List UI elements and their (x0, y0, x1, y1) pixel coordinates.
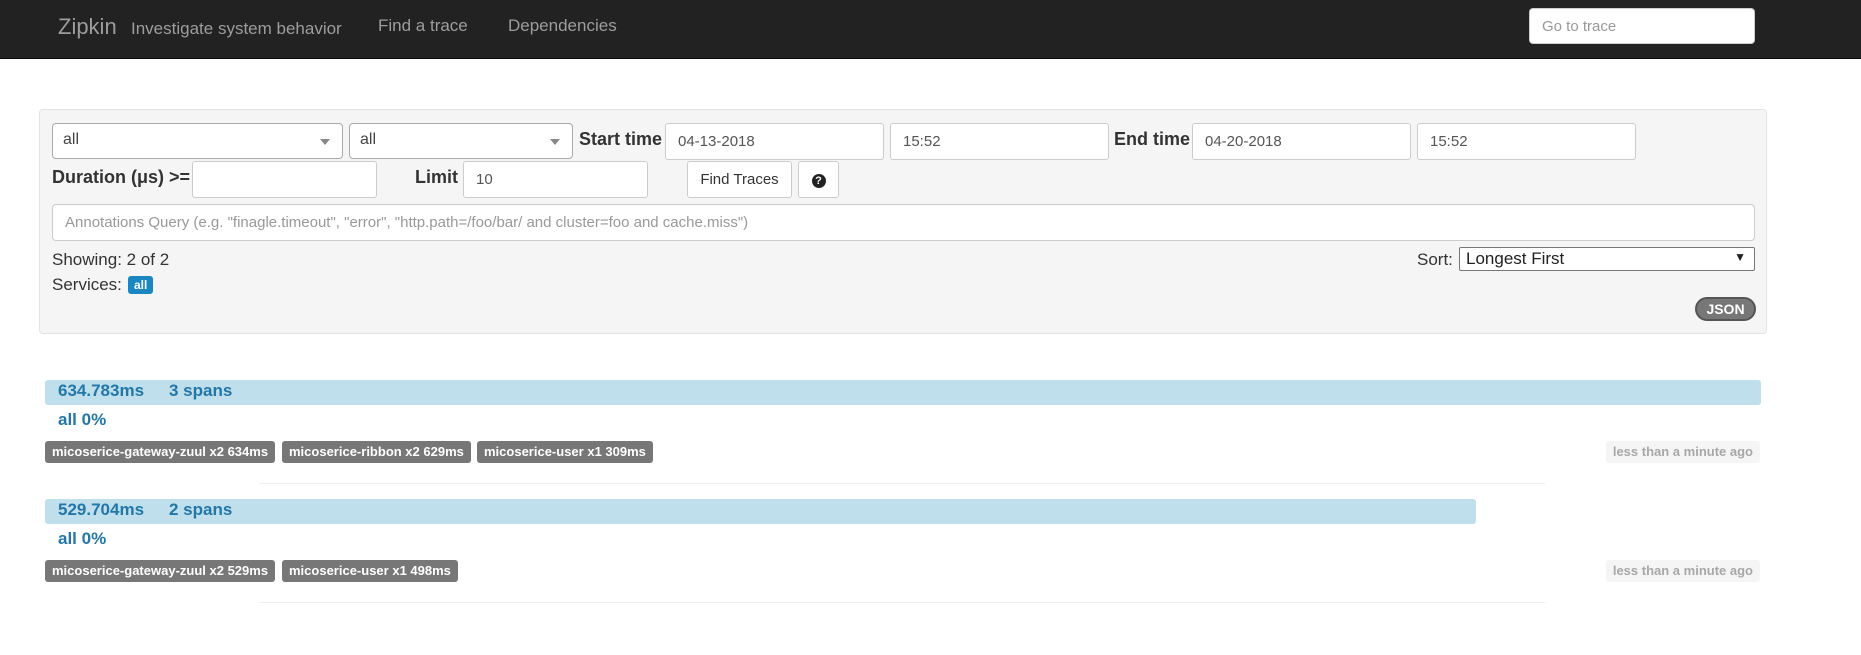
sort-value: Longest First (1466, 249, 1565, 268)
limit-value: 10 (476, 171, 493, 188)
end-clock-value: 15:52 (1430, 133, 1468, 150)
trace-span-count: 3 spans (169, 381, 233, 400)
top-navbar: Zipkin Investigate system behavior Find … (0, 0, 1861, 59)
sort-select[interactable]: Longest First ▼ (1459, 247, 1755, 271)
start-time-label: Start time (579, 129, 663, 149)
brand-tagline: Investigate system behavior (131, 19, 342, 38)
annotations-query-input[interactable]: Annotations Query (e.g. "finagle.timeout… (52, 204, 1755, 241)
showing-count: Showing: 2 of 2 (52, 250, 170, 269)
end-date-input[interactable]: 04-20-2018 (1192, 123, 1411, 160)
trace-span-count: 2 spans (169, 500, 233, 519)
nav-dependencies[interactable]: Dependencies (508, 16, 617, 36)
find-traces-button[interactable]: Find Traces (687, 161, 792, 198)
question-circle-icon: ? (811, 174, 826, 188)
limit-label: Limit (415, 167, 458, 187)
service-tag[interactable]: micoserice-user x1 498ms (282, 560, 458, 582)
trace-duration: 634.783ms (58, 381, 145, 400)
annotations-query-placeholder: Annotations Query (e.g. "finagle.timeout… (65, 214, 749, 231)
dropdown-arrow-icon (320, 139, 330, 145)
trace-service-percentage: all 0% (58, 410, 107, 429)
trace-service-percentage: all 0% (58, 529, 107, 548)
brand-logo[interactable]: Zipkin (58, 14, 117, 40)
end-date-value: 04-20-2018 (1205, 133, 1282, 150)
end-time-label: End time (1114, 129, 1191, 149)
go-to-trace-input[interactable] (1529, 8, 1755, 44)
start-date-input[interactable]: 04-13-2018 (665, 123, 884, 160)
start-clock-input[interactable]: 15:52 (890, 123, 1109, 160)
service-tag[interactable]: micoserice-gateway-zuul x2 634ms (45, 441, 276, 463)
service-tag[interactable]: micoserice-ribbon x2 629ms (282, 441, 471, 463)
trace-duration: 529.704ms (58, 500, 145, 519)
dropdown-arrow-icon: ▼ (1734, 250, 1746, 264)
duration-label: Duration (μs) >= (52, 167, 191, 187)
trace-timestamp: less than a minute ago (1605, 441, 1760, 463)
trace-separator (259, 602, 1545, 603)
sort-label: Sort: (1417, 250, 1453, 269)
start-clock-value: 15:52 (903, 133, 941, 150)
span-name-select[interactable]: all (349, 123, 573, 159)
service-name-value: all (63, 131, 80, 148)
start-date-value: 04-13-2018 (678, 133, 755, 150)
service-name-select[interactable]: all (52, 123, 343, 159)
end-clock-input[interactable]: 15:52 (1417, 123, 1636, 160)
limit-input[interactable]: 10 (463, 161, 648, 198)
service-tag[interactable]: micoserice-gateway-zuul x2 529ms (45, 560, 276, 582)
trace-timestamp: less than a minute ago (1605, 560, 1760, 582)
trace-separator (259, 483, 1545, 484)
nav-find-a-trace[interactable]: Find a trace (378, 16, 468, 36)
trace-duration-bar[interactable]: 529.704ms 2 spans (45, 499, 1476, 524)
trace-duration-bar[interactable]: 634.783ms 3 spans (45, 380, 1761, 405)
services-label: Services: (52, 275, 122, 294)
search-panel: all all Start time 04-13-2018 15:52 End … (39, 109, 1767, 334)
help-button[interactable]: ? (798, 161, 839, 198)
dropdown-arrow-icon (550, 139, 560, 145)
service-badge-all[interactable]: all (128, 276, 154, 294)
duration-input[interactable] (192, 161, 377, 198)
span-name-value: all (360, 131, 377, 148)
service-tag[interactable]: micoserice-user x1 309ms (477, 441, 653, 463)
json-button[interactable]: JSON (1695, 297, 1756, 321)
